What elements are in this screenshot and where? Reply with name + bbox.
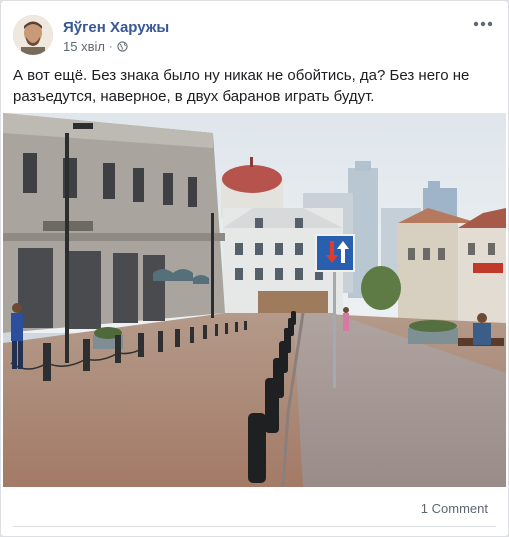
author-avatar[interactable] bbox=[13, 15, 53, 55]
post-photo[interactable] bbox=[3, 113, 506, 487]
post-card: Яўген Харужы 15 хвіл · А вот ещё. Без зн… bbox=[0, 0, 509, 537]
post-header: Яўген Харужы 15 хвіл · bbox=[13, 15, 498, 59]
footer-divider bbox=[13, 526, 496, 527]
meta-separator: · bbox=[108, 40, 113, 53]
post-text: А вот ещё. Без знака было ну никак не об… bbox=[13, 67, 470, 105]
globe-icon[interactable] bbox=[116, 41, 128, 52]
author-name[interactable]: Яўген Харужы bbox=[63, 19, 169, 36]
street-photo bbox=[3, 113, 506, 487]
post-time[interactable]: 15 хвіл bbox=[63, 39, 105, 54]
post-meta: 15 хвіл · bbox=[63, 39, 128, 54]
post-footer: 1 Comment bbox=[13, 495, 498, 521]
comments-count-link[interactable]: 1 Comment bbox=[421, 501, 488, 516]
more-options-icon[interactable] bbox=[472, 17, 494, 31]
